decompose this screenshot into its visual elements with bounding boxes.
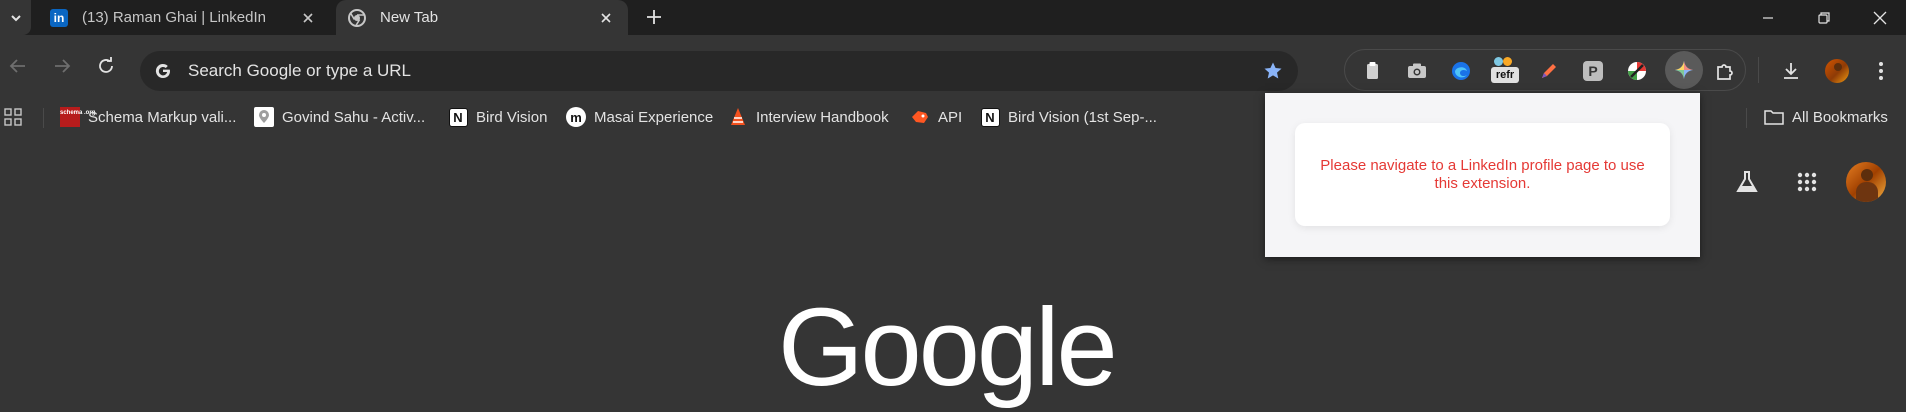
plus-icon bbox=[647, 10, 661, 24]
folder-icon bbox=[1764, 107, 1784, 127]
reload-icon bbox=[99, 57, 113, 73]
clipboard-extension-icon[interactable] bbox=[1357, 55, 1389, 87]
more-vert-icon bbox=[1879, 62, 1883, 80]
all-bookmarks-button[interactable]: All Bookmarks bbox=[1764, 104, 1888, 130]
restore-icon bbox=[1818, 11, 1830, 24]
refr-label: refr bbox=[1491, 67, 1519, 83]
forward-button[interactable] bbox=[44, 48, 80, 84]
notion-icon: N bbox=[448, 107, 468, 127]
tab-title: New Tab bbox=[380, 9, 439, 26]
tab-new-tab[interactable]: New Tab bbox=[336, 0, 628, 35]
apps-grid-icon bbox=[1797, 172, 1817, 192]
camera-extension-icon[interactable] bbox=[1401, 55, 1433, 87]
map-pin-icon bbox=[254, 107, 274, 127]
star-icon bbox=[1264, 62, 1282, 79]
extensions-puzzle-icon[interactable] bbox=[1709, 55, 1741, 87]
pen-extension-icon[interactable] bbox=[1533, 55, 1565, 87]
bookmark-api[interactable]: API bbox=[910, 104, 962, 130]
chevron-down-icon bbox=[10, 14, 21, 21]
gemini-extension-icon[interactable] bbox=[1665, 51, 1703, 89]
bookmarks-separator bbox=[43, 108, 44, 128]
tab-search-button[interactable] bbox=[0, 0, 31, 35]
bookmark-label: Govind Sahu - Activ... bbox=[282, 108, 426, 126]
menu-button[interactable] bbox=[1864, 54, 1898, 88]
chrome-icon bbox=[348, 8, 366, 27]
reload-button[interactable] bbox=[88, 48, 124, 84]
google-logo: Google bbox=[778, 286, 1118, 409]
restore-button[interactable] bbox=[1796, 0, 1852, 35]
notion-icon: N bbox=[980, 107, 1000, 127]
bookmark-label: Masai Experience bbox=[594, 108, 714, 126]
schema-icon: schema .org bbox=[60, 107, 95, 127]
close-window-button[interactable] bbox=[1852, 0, 1906, 35]
labs-button[interactable] bbox=[1729, 164, 1765, 200]
linkedin-icon: in bbox=[50, 8, 68, 27]
back-button[interactable] bbox=[0, 48, 36, 84]
close-icon bbox=[303, 12, 313, 23]
omnibox-placeholder: Search Google or type a URL bbox=[188, 61, 412, 80]
bookmark-label: Bird Vision (1st Sep-... bbox=[1008, 108, 1157, 126]
bookmark-label: Schema Markup vali... bbox=[88, 108, 237, 126]
bookmark-bird-vision-sep[interactable]: N Bird Vision (1st Sep-... bbox=[980, 104, 1157, 130]
refr-extension-icon[interactable]: refr bbox=[1489, 55, 1521, 87]
edge-extension-icon[interactable] bbox=[1445, 55, 1477, 87]
bookmark-interview-handbook[interactable]: Interview Handbook bbox=[728, 104, 889, 130]
bookmark-star-button[interactable] bbox=[1258, 56, 1288, 86]
close-icon bbox=[601, 12, 611, 23]
account-avatar[interactable] bbox=[1846, 162, 1886, 202]
arrow-right-icon bbox=[55, 59, 71, 73]
downloads-button[interactable] bbox=[1774, 54, 1808, 88]
cone-icon bbox=[728, 107, 748, 127]
flask-icon bbox=[1736, 171, 1758, 192]
minimize-button[interactable] bbox=[1740, 0, 1796, 35]
p-extension-icon[interactable]: P bbox=[1577, 55, 1609, 87]
bookmark-schema[interactable]: schema .org Schema Markup vali... bbox=[60, 104, 236, 130]
download-icon bbox=[1784, 63, 1798, 79]
bookmark-label: API bbox=[938, 108, 963, 126]
bookmark-masai[interactable]: m Masai Experience bbox=[566, 104, 713, 130]
profile-avatar[interactable] bbox=[1820, 54, 1854, 88]
bookmark-label: Bird Vision bbox=[476, 108, 548, 126]
toolbar-separator bbox=[1758, 57, 1759, 83]
google-g-icon bbox=[152, 60, 174, 82]
p-label: P bbox=[1583, 61, 1603, 81]
popup-message-card: Please navigate to a LinkedIn profile pa… bbox=[1295, 123, 1670, 226]
minimize-icon bbox=[1763, 16, 1773, 19]
all-bookmarks-label: All Bookmarks bbox=[1792, 108, 1888, 126]
bookmarks-separator bbox=[1746, 108, 1747, 128]
masai-icon: m bbox=[566, 107, 586, 127]
bookmark-govind[interactable]: Govind Sahu - Activ... bbox=[254, 104, 425, 130]
api-icon bbox=[910, 107, 930, 127]
extensions-group: refr P bbox=[1344, 49, 1746, 91]
close-icon bbox=[1873, 11, 1887, 24]
tab-strip: in (13) Raman Ghai | LinkedIn New Tab bbox=[0, 0, 1906, 35]
apps-grid-icon bbox=[4, 108, 22, 126]
tab-linkedin[interactable]: in (13) Raman Ghai | LinkedIn bbox=[38, 0, 330, 35]
close-tab-button[interactable] bbox=[294, 4, 322, 32]
arrow-left-icon bbox=[9, 59, 25, 73]
apps-button[interactable] bbox=[4, 104, 22, 130]
close-tab-button[interactable] bbox=[592, 4, 620, 32]
bookmark-bird-vision[interactable]: N Bird Vision bbox=[448, 104, 547, 130]
extension-popup: Please navigate to a LinkedIn profile pa… bbox=[1265, 93, 1700, 257]
omnibox[interactable]: Search Google or type a URL bbox=[140, 51, 1298, 91]
new-tab-button[interactable] bbox=[640, 3, 668, 31]
bookmark-label: Interview Handbook bbox=[756, 108, 889, 126]
color-slash-extension-icon[interactable] bbox=[1621, 55, 1653, 87]
popup-error-message: Please navigate to a LinkedIn profile pa… bbox=[1320, 156, 1645, 192]
google-apps-button[interactable] bbox=[1789, 164, 1825, 200]
tab-title: (13) Raman Ghai | LinkedIn bbox=[82, 9, 266, 26]
